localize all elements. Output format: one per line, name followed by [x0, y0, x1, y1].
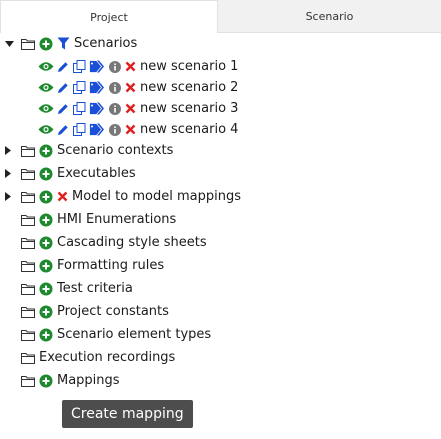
add-icon[interactable] [39, 37, 53, 51]
add-icon[interactable] [39, 259, 53, 273]
add-icon[interactable] [39, 167, 53, 181]
add-icon[interactable] [39, 305, 53, 319]
folder-icon [21, 306, 35, 318]
tree-node-label: Scenario element types [57, 327, 212, 342]
tree-node-scenarios[interactable]: Scenarios [5, 32, 137, 55]
add-mapping-icon[interactable] [39, 374, 53, 388]
copy-icon[interactable] [73, 60, 86, 73]
tree-node-label: Scenario contexts [57, 143, 174, 158]
tree-node-label: Scenarios [74, 36, 138, 51]
folder-icon [21, 352, 35, 364]
edit-icon[interactable] [57, 82, 69, 94]
tree-node-label: Cascading style sheets [57, 235, 207, 250]
folder-icon [21, 38, 35, 50]
tab-scenario[interactable]: Scenario [218, 0, 441, 33]
scenario-label: new scenario 1 [140, 59, 239, 74]
tree-node-label: Mappings [57, 373, 120, 388]
info-icon[interactable] [109, 123, 121, 136]
tree-node-cascading-style-sheets[interactable]: Cascading style sheets [21, 231, 207, 254]
info-icon[interactable] [109, 81, 121, 94]
tree-node-model-mappings[interactable]: Model to model mappings [5, 185, 241, 208]
tooltip-create-mapping: Create mapping [62, 400, 193, 428]
scenario-item[interactable]: new scenario 3 [38, 97, 238, 120]
add-icon[interactable] [39, 144, 53, 158]
copy-icon[interactable] [73, 102, 86, 115]
scenario-item[interactable]: new scenario 1 [38, 55, 238, 78]
filter-icon[interactable] [57, 37, 70, 50]
folder-icon [21, 375, 35, 387]
delete-icon[interactable] [125, 61, 136, 72]
tags-icon[interactable] [89, 123, 105, 136]
eye-icon[interactable] [38, 124, 54, 135]
edit-icon[interactable] [57, 61, 69, 73]
folder-icon [21, 283, 35, 295]
folder-icon [21, 260, 35, 272]
tree-node-hmi-enumerations[interactable]: HMI Enumerations [21, 208, 176, 231]
eye-icon[interactable] [38, 61, 54, 72]
delete-icon[interactable] [57, 191, 68, 202]
scenario-label: new scenario 3 [140, 101, 239, 116]
tree-node-label: Project constants [57, 304, 169, 319]
add-icon[interactable] [39, 236, 53, 250]
tree-node-execution-recordings[interactable]: Execution recordings [21, 346, 175, 369]
eye-icon[interactable] [38, 103, 54, 114]
eye-icon[interactable] [38, 82, 54, 93]
edit-icon[interactable] [57, 124, 69, 136]
tab-bar: Project Scenario [0, 0, 441, 33]
scenario-label: new scenario 2 [140, 80, 239, 95]
tree-node-label: Test criteria [57, 281, 133, 296]
caret-expanded-icon[interactable] [5, 39, 14, 49]
tab-project[interactable]: Project [0, 0, 218, 33]
edit-icon[interactable] [57, 103, 69, 115]
add-icon[interactable] [39, 213, 53, 227]
tags-icon[interactable] [89, 81, 105, 94]
caret-collapsed-icon[interactable] [5, 146, 14, 156]
tree-node-label: Model to model mappings [72, 189, 241, 204]
tree-node-project-constants[interactable]: Project constants [21, 300, 169, 323]
tree-node-label: HMI Enumerations [57, 212, 177, 227]
folder-icon [21, 329, 35, 341]
copy-icon[interactable] [73, 81, 86, 94]
folder-icon [21, 237, 35, 249]
delete-icon[interactable] [125, 124, 136, 135]
caret-collapsed-icon[interactable] [5, 192, 14, 202]
tree-node-test-criteria[interactable]: Test criteria [21, 277, 133, 300]
add-icon[interactable] [39, 282, 53, 296]
info-icon[interactable] [109, 60, 121, 73]
folder-icon [21, 214, 35, 226]
delete-icon[interactable] [125, 103, 136, 114]
tags-icon[interactable] [89, 102, 105, 115]
tree-node-mappings[interactable]: Mappings [21, 369, 120, 392]
tree-node-formatting-rules[interactable]: Formatting rules [21, 254, 164, 277]
folder-icon [21, 168, 35, 180]
tree-node-label: Formatting rules [57, 258, 165, 273]
tree-node-label: Execution recordings [39, 350, 176, 365]
scenario-item[interactable]: new scenario 2 [38, 76, 238, 99]
delete-icon[interactable] [125, 82, 136, 93]
folder-icon [21, 145, 35, 157]
tree-node-scenario-element-types[interactable]: Scenario element types [21, 323, 211, 346]
tree-node-scenario-contexts[interactable]: Scenario contexts [5, 139, 173, 162]
caret-collapsed-icon[interactable] [5, 169, 14, 179]
folder-icon [21, 191, 35, 203]
info-icon[interactable] [109, 102, 121, 115]
add-icon[interactable] [39, 190, 53, 204]
scenario-label: new scenario 4 [140, 122, 239, 137]
tree-node-label: Executables [57, 166, 136, 181]
scenario-item[interactable]: new scenario 4 [38, 118, 238, 141]
copy-icon[interactable] [73, 123, 86, 136]
add-icon[interactable] [39, 328, 53, 342]
tags-icon[interactable] [89, 60, 105, 73]
tree-node-executables[interactable]: Executables [5, 162, 136, 185]
